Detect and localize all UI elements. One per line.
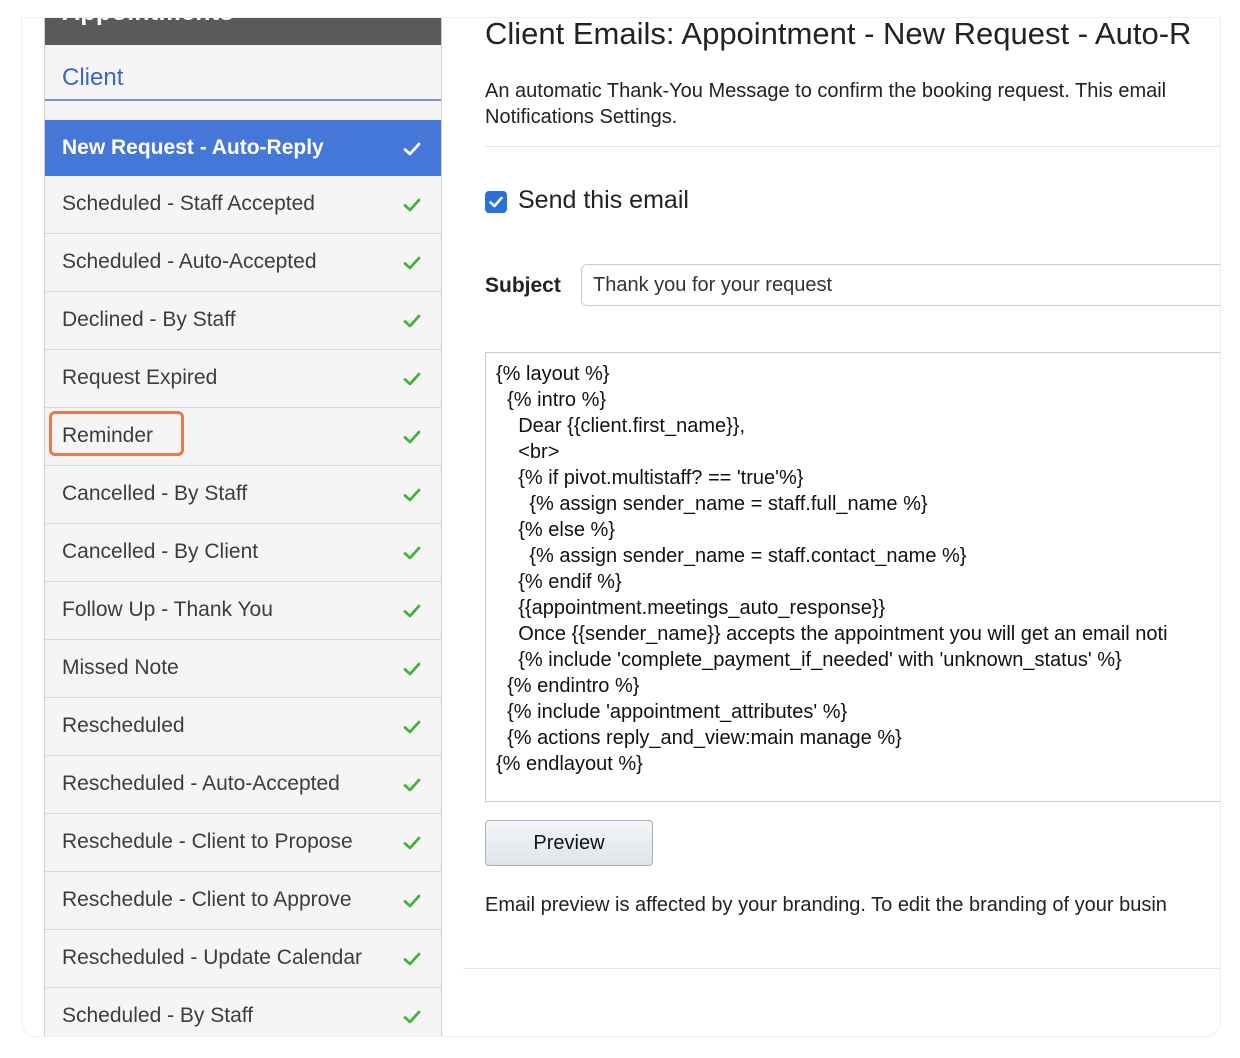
- divider: [485, 146, 1220, 147]
- checkmark-icon: [403, 142, 421, 156]
- sidebar-item[interactable]: Missed Note: [45, 640, 441, 698]
- sidebar-item[interactable]: Declined - By Staff: [45, 292, 441, 350]
- sidebar-header: Appointments: [45, 18, 441, 45]
- sidebar-item[interactable]: Rescheduled - Auto-Accepted: [45, 756, 441, 814]
- sidebar-item-label: Follow Up - Thank You: [62, 598, 273, 621]
- send-email-checkbox[interactable]: [485, 191, 507, 213]
- sidebar-item[interactable]: Cancelled - By Client: [45, 524, 441, 582]
- sidebar-item[interactable]: Scheduled - By Staff: [45, 988, 441, 1036]
- window: Appointments Client New Request - Auto-R…: [22, 18, 1220, 1036]
- sidebar-item[interactable]: New Request - Auto-Reply: [45, 120, 441, 176]
- page-description: An automatic Thank-You Message to confir…: [485, 80, 1167, 128]
- checkmark-icon: [403, 1010, 421, 1024]
- sidebar-item[interactable]: Reschedule - Client to Approve: [45, 872, 441, 930]
- sidebar-item[interactable]: Cancelled - By Staff: [45, 466, 441, 524]
- sidebar-item-label: Rescheduled: [62, 714, 185, 737]
- sidebar-section-label: Client: [62, 64, 124, 91]
- sidebar-item[interactable]: Rescheduled - Update Calendar: [45, 930, 441, 988]
- sidebar-item-label: Reschedule - Client to Approve: [62, 888, 352, 911]
- sidebar-item-label: Scheduled - Auto-Accepted: [62, 250, 317, 273]
- checkmark-icon: [403, 720, 421, 734]
- sidebar-item-label: Scheduled - Staff Accepted: [62, 192, 315, 215]
- checkmark-icon: [403, 778, 421, 792]
- sidebar: Appointments Client New Request - Auto-R…: [44, 18, 442, 1036]
- sidebar-item-label: Scheduled - By Staff: [62, 1004, 254, 1027]
- sidebar-item[interactable]: Request Expired: [45, 350, 441, 408]
- sidebar-item[interactable]: Reschedule - Client to Propose: [45, 814, 441, 872]
- main-panel: Client Emails: Appointment - New Request…: [463, 18, 1220, 1036]
- send-email-label: Send this email: [518, 186, 689, 214]
- checkmark-icon: [403, 372, 421, 386]
- checkmark-icon: [403, 952, 421, 966]
- checkmark-icon: [403, 198, 421, 212]
- checkmark-icon: [489, 196, 503, 208]
- sidebar-item[interactable]: Follow Up - Thank You: [45, 582, 441, 640]
- email-body-text: {% layout %} {% intro %} Dear {{client.f…: [496, 363, 1168, 775]
- sidebar-item-label: New Request - Auto-Reply: [62, 136, 324, 159]
- divider: [463, 968, 1220, 969]
- sidebar-item-label: Reminder: [62, 424, 154, 447]
- sidebar-item[interactable]: Scheduled - Staff Accepted: [45, 176, 441, 234]
- page-title: Client Emails: Appointment - New Request…: [485, 18, 1192, 51]
- sidebar-item[interactable]: Scheduled - Auto-Accepted: [45, 234, 441, 292]
- checkmark-icon: [403, 546, 421, 560]
- sidebar-item-label: Missed Note: [62, 656, 179, 679]
- sidebar-item-label: Cancelled - By Staff: [62, 482, 248, 505]
- email-template-list: New Request - Auto-Reply Scheduled - Staf…: [45, 120, 441, 1036]
- sidebar-item-label: Declined - By Staff: [62, 308, 236, 331]
- checkmark-icon: [403, 430, 421, 444]
- checkmark-icon: [403, 488, 421, 502]
- sidebar-item-label: Request Expired: [62, 366, 218, 389]
- sidebar-item-label: Rescheduled - Auto-Accepted: [62, 772, 340, 795]
- checkmark-icon: [403, 314, 421, 328]
- checkmark-icon: [403, 662, 421, 676]
- subject-input[interactable]: [581, 264, 1220, 306]
- checkmark-icon: [403, 604, 421, 618]
- sidebar-item[interactable]: Rescheduled: [45, 698, 441, 756]
- sidebar-item-label: Rescheduled - Update Calendar: [62, 946, 363, 969]
- checkmark-icon: [403, 256, 421, 270]
- email-body-editor[interactable]: {% layout %} {% intro %} Dear {{client.f…: [485, 352, 1220, 802]
- checkmark-icon: [403, 836, 421, 850]
- branding-note: Email preview is affected by your brandi…: [485, 894, 1167, 916]
- sidebar-header-title: Appointments: [62, 18, 234, 27]
- sidebar-item-label: Cancelled - By Client: [62, 540, 259, 563]
- sidebar-section-client[interactable]: Client: [45, 45, 441, 101]
- subject-label: Subject: [485, 274, 561, 297]
- preview-button[interactable]: Preview: [485, 820, 653, 866]
- sidebar-item[interactable]: Reminder: [45, 408, 441, 466]
- checkmark-icon: [403, 894, 421, 908]
- sidebar-item-label: Reschedule - Client to Propose: [62, 830, 353, 853]
